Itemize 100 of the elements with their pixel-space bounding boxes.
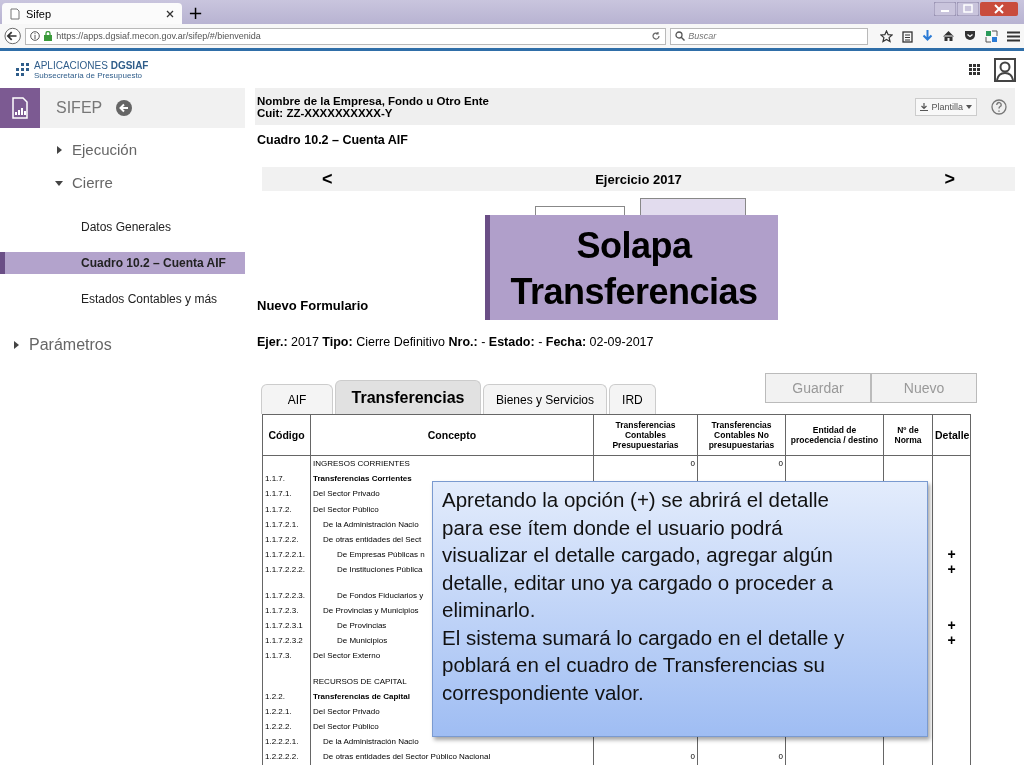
column-header: Transferencias Contables Presupuestarias <box>593 414 698 456</box>
download-icon[interactable] <box>922 29 933 43</box>
column-header: Nº de Norma <box>883 414 933 456</box>
logo-icon <box>16 62 30 77</box>
table-cell: De otras entidades del Sect <box>323 535 422 545</box>
add-detail-button[interactable]: + <box>947 547 956 563</box>
table-cell: De Municipios <box>337 636 388 646</box>
reports-icon[interactable] <box>0 88 40 128</box>
sidebar-item[interactable]: Cierre <box>0 166 245 199</box>
table-cell: RECURSOS DE CAPITAL <box>313 676 407 686</box>
entity-name: Nombre de la Empresa, Fondo u Otro Ente <box>257 94 490 107</box>
tab[interactable]: Bienes y Servicios <box>483 384 608 414</box>
search-icon <box>675 31 686 41</box>
reload-icon[interactable] <box>651 31 662 41</box>
table-cell: De la Administración Nacio <box>323 737 419 747</box>
add-detail-button[interactable]: + <box>947 562 956 578</box>
caret-icon <box>55 145 63 154</box>
table-cell: 1.1.7. <box>262 471 311 487</box>
search-field[interactable]: Buscar <box>670 27 868 45</box>
column-header: Código <box>262 414 311 456</box>
table-cell: 0 <box>690 752 695 762</box>
table-cell: Del Sector Privado <box>313 706 380 716</box>
callout-label: Solapa Transferencias <box>485 215 778 320</box>
minimize-icon[interactable] <box>934 2 956 16</box>
table-cell: 1.1.7.2.2.2. <box>262 562 311 578</box>
sidebar-title: SIFEP <box>56 99 103 117</box>
table-cell: 1.1.7.2.3.2 <box>262 633 311 649</box>
table-cell: Transferencias Corrientes <box>313 474 412 484</box>
star-icon[interactable] <box>880 29 893 43</box>
table-cell: 0 <box>690 459 695 469</box>
form-info: Ejer.: 2017 Tipo: Cierre Definitivo Nro.: - Estado: - Fecha: 02-09-2017 <box>256 335 655 351</box>
table-cell: 1.1.7.2.3.1 <box>262 617 311 634</box>
new-tab-button[interactable]: + <box>182 2 210 24</box>
table-cell: 1.2.2.1. <box>262 703 311 719</box>
tab[interactable]: Transferencias <box>335 380 481 414</box>
table-cell: 0 <box>778 752 783 762</box>
column-header: Entidad de procedencia / destino <box>785 414 884 456</box>
note-paragraph: El sistema sumará lo cargado en el detalle y poblará en el cuadro de Transferencias su correspondiente valor. <box>442 624 846 706</box>
back-icon[interactable] <box>116 100 133 116</box>
table-cell: 1.1.7.2.1. <box>262 516 311 532</box>
template-button[interactable]: Plantilla <box>915 97 977 116</box>
table-cell: De Provincias y Municipios <box>323 605 419 615</box>
table-cell: 1.1.7.1. <box>262 486 311 502</box>
table-cell: 1.2.2.2.2. <box>262 749 311 765</box>
column-header: Concepto <box>310 414 594 456</box>
table-cell: Del Sector Público <box>313 504 379 514</box>
sidebar-item[interactable]: Ejecución <box>0 133 245 166</box>
tab[interactable]: AIF <box>261 384 333 414</box>
previous-year-button[interactable]: < <box>318 168 337 190</box>
year-label: Ejercicio 2017 <box>595 171 682 187</box>
sidebar-subitem[interactable]: Estados Contables y más <box>0 288 245 310</box>
column-header: Transferencias Contables No presupuestarias <box>697 414 786 456</box>
sidebar-subitem[interactable]: Datos Generales <box>0 216 245 238</box>
table-cell: Del Sector Público <box>313 722 379 732</box>
caret-icon <box>966 104 972 109</box>
home-icon[interactable] <box>942 30 955 42</box>
tab[interactable]: IRD <box>609 384 656 414</box>
address-field[interactable]: https://apps.dgsiaf.mecon.gov.ar/sifep/#/bienvenida <box>25 27 667 45</box>
close-icon[interactable] <box>166 9 174 18</box>
menu-icon[interactable] <box>1007 30 1020 42</box>
table-cell: De la Administración Nacio <box>323 519 419 529</box>
browser-tab[interactable]: Sifep <box>2 3 182 24</box>
page-icon <box>10 7 20 20</box>
add-detail-button[interactable]: + <box>947 617 956 633</box>
table-cell: 1.1.7.2.3. <box>262 602 311 618</box>
sidebar-item[interactable]: Parámetros <box>0 328 245 361</box>
caret-icon <box>12 340 20 349</box>
table-cell: De otras entidades del Sector Público Nacional <box>323 752 491 762</box>
table-cell: 1.1.7.2. <box>262 501 311 517</box>
table-cell: De Fondos Fiduciarios y <box>337 590 424 600</box>
entity-cuit: Cuit: ZZ-XXXXXXXXXX-Y <box>257 106 394 119</box>
caret-icon <box>55 178 63 187</box>
table-cell: INGRESOS CORRIENTES <box>313 459 410 469</box>
table-cell: Transferencias de Capital <box>313 691 410 701</box>
info-icon <box>30 31 41 41</box>
table-cell: De Provincias <box>337 620 387 630</box>
table-cell: Del Sector Externo <box>313 651 381 661</box>
lock-icon <box>44 31 53 41</box>
back-icon[interactable] <box>4 27 22 45</box>
apps-grid-icon[interactable] <box>969 64 980 75</box>
search-input[interactable]: Buscar <box>688 31 859 41</box>
table-cell: 1.1.7.3. <box>262 648 311 664</box>
table-cell: 1.2.2.2. <box>262 719 311 735</box>
add-detail-button[interactable]: + <box>947 633 956 649</box>
table-cell: 1.1.7.2.2. <box>262 531 311 548</box>
shield-icon[interactable] <box>964 30 976 42</box>
logo-subtitle: Subsecretaría de Presupuesto <box>34 70 144 80</box>
table-cell: De Empresas Públicas n <box>337 550 425 560</box>
sidebar-subitem[interactable]: Cuadro 10.2 – Cuenta AIF <box>0 252 245 274</box>
page-title: Cuadro 10.2 – Cuenta AIF <box>256 132 409 149</box>
table-cell: Del Sector Privado <box>313 489 380 499</box>
next-year-button[interactable]: > <box>940 168 959 190</box>
download-icon <box>920 102 929 111</box>
table-cell: 1.1.7.2.2.3. <box>262 587 311 603</box>
clipboard-icon[interactable] <box>902 29 913 43</box>
user-avatar-icon[interactable] <box>994 57 1016 82</box>
table-cell: 1.1.7.2.2.1. <box>262 547 311 563</box>
help-icon[interactable] <box>991 98 1007 115</box>
tab-title: Sifep <box>26 7 52 20</box>
table-cell: De Instituciones Pública <box>337 565 423 575</box>
